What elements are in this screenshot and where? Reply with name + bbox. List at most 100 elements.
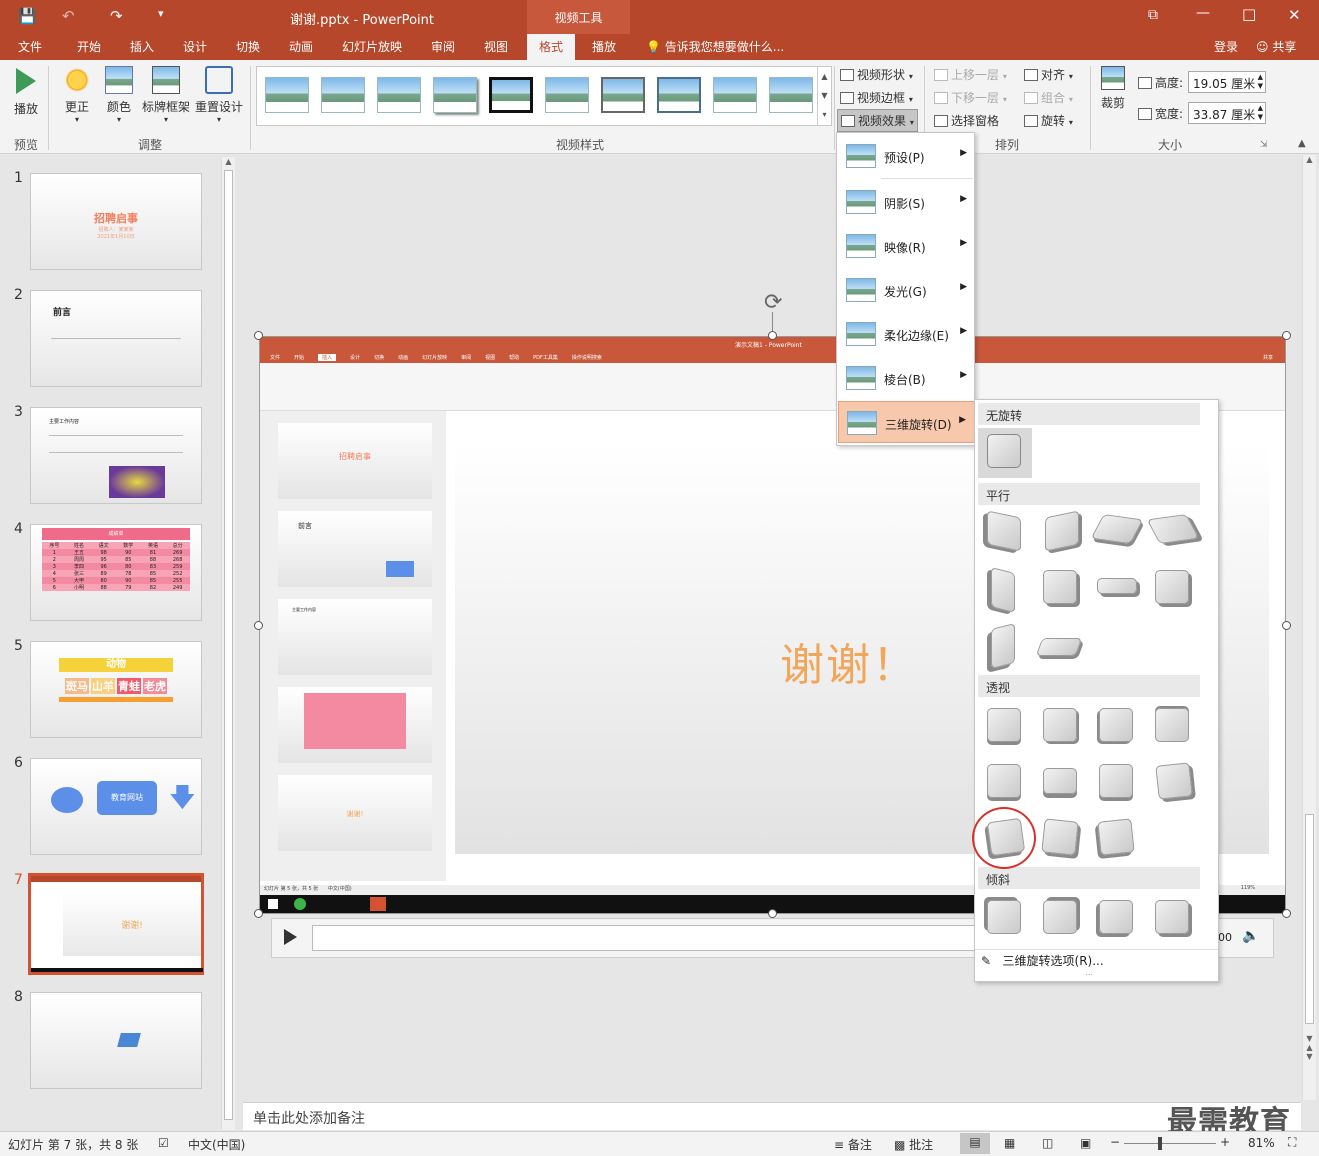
perspective-preset-4[interactable] xyxy=(1155,708,1189,742)
video-shape-button[interactable]: 视频形状 ▾ xyxy=(840,66,913,83)
thumbnail-scrollbar[interactable]: ▲ xyxy=(221,157,235,1130)
parallel-preset-5[interactable] xyxy=(991,567,1015,613)
menu-item-shadow[interactable]: 阴影(S) ▶ xyxy=(838,181,975,223)
height-spinner[interactable]: ▲ ▼ xyxy=(1258,73,1263,91)
menu-item-reflection[interactable]: 映像(R) ▶ xyxy=(838,225,975,267)
zoom-slider-thumb[interactable] xyxy=(1158,1137,1162,1150)
group-button[interactable]: 组合 ▾ xyxy=(1024,89,1073,106)
menu-item-preset[interactable]: 预设(P) ▶ xyxy=(838,135,975,177)
resize-handle-sw[interactable] xyxy=(254,909,263,918)
perspective-preset-1[interactable] xyxy=(987,708,1021,742)
collapse-ribbon-icon[interactable]: ▲ xyxy=(1298,138,1306,149)
scroll-thumb[interactable] xyxy=(1305,814,1314,1024)
slide-thumbnail-7[interactable]: 谢谢! xyxy=(28,873,204,975)
slide-thumbnail-6[interactable]: 教育网站 🡇 xyxy=(30,758,202,855)
slide-thumbnail-8[interactable] xyxy=(30,992,202,1089)
login-link[interactable]: 登录 xyxy=(1214,38,1238,55)
parallel-preset-8[interactable] xyxy=(1155,570,1189,604)
share-button[interactable]: ☺ 共享 xyxy=(1256,38,1296,55)
video-effects-button[interactable]: 视频效果 ▾ xyxy=(837,109,918,132)
video-style-9[interactable] xyxy=(713,77,757,113)
play-button[interactable]: 播放 xyxy=(10,66,42,117)
resize-handle-s[interactable] xyxy=(768,909,777,918)
perspective-preset-10[interactable] xyxy=(1041,818,1079,856)
parallel-preset-3[interactable] xyxy=(1090,514,1144,544)
fit-to-window-icon[interactable]: ⛶ xyxy=(1288,1135,1296,1150)
crop-button[interactable]: 裁剪 xyxy=(1096,66,1130,111)
perspective-preset-3[interactable] xyxy=(1099,708,1133,742)
correct-button[interactable]: 更正 ▾ xyxy=(60,66,94,124)
canvas-scrollbar[interactable]: ▲ ▼ ▲ ▼ xyxy=(1302,155,1316,1100)
tab-transitions[interactable]: 切换 xyxy=(236,38,260,55)
3d-rotation-options-link[interactable]: ✎ 三维旋转选项(R)... xyxy=(981,952,1104,969)
slide-thumbnail-4[interactable]: 成绩单 序号 姓名 语文 数学 英语 总分 1 王五 98 90 81 269 2 周周 95 85 88 2… xyxy=(30,524,202,621)
tab-insert[interactable]: 插入 xyxy=(130,38,154,55)
parallel-preset-2[interactable] xyxy=(1045,510,1079,552)
zoom-slider[interactable] xyxy=(1124,1143,1216,1144)
video-style-4[interactable] xyxy=(433,77,477,113)
oblique-preset-4[interactable] xyxy=(1155,900,1189,934)
rotate-handle-icon[interactable]: ⟳ xyxy=(764,290,782,315)
language-indicator[interactable]: 中文(中国) xyxy=(188,1136,245,1153)
video-border-button[interactable]: 视频边框 ▾ xyxy=(840,89,913,106)
volume-icon[interactable]: 🔈 xyxy=(1242,928,1259,944)
tab-format[interactable]: 格式 xyxy=(527,34,576,60)
resize-handle-se[interactable] xyxy=(1282,909,1291,918)
scroll-up-icon[interactable]: ▲ xyxy=(1303,155,1316,164)
zoom-out-button[interactable]: − xyxy=(1110,1135,1120,1149)
bring-forward-button[interactable]: 上移一层 ▾ xyxy=(934,66,1007,83)
slide-thumbnail-3[interactable]: 主要工作内容 xyxy=(30,407,202,504)
parallel-preset-10[interactable] xyxy=(1035,638,1083,656)
slide-thumbnail-2[interactable]: 前言 xyxy=(30,290,202,387)
selection-pane-button[interactable]: 选择窗格 xyxy=(934,112,999,129)
slide-thumbnail-1[interactable]: 招聘启事 招聘人：某某某 2021年1月10日 xyxy=(30,173,202,270)
next-slide-icon[interactable]: ▼ xyxy=(1303,1052,1316,1061)
menu-item-soft-edges[interactable]: 柔化边缘(E) ▶ xyxy=(838,313,975,355)
color-button[interactable]: 颜色 ▾ xyxy=(102,66,136,124)
perspective-preset-2[interactable] xyxy=(1043,708,1077,742)
resize-handle-nw[interactable] xyxy=(254,331,263,340)
close-button[interactable]: ✕ xyxy=(1288,6,1301,24)
tab-file[interactable]: 文件 xyxy=(18,38,42,55)
media-play-icon[interactable] xyxy=(284,929,297,945)
comments-button[interactable]: ▩ 批注 xyxy=(894,1136,933,1153)
perspective-preset-8[interactable] xyxy=(1155,762,1193,800)
normal-view-icon[interactable]: ▤ xyxy=(960,1133,990,1154)
tab-design[interactable]: 设计 xyxy=(183,38,207,55)
scroll-thumb[interactable] xyxy=(224,170,233,1120)
notes-pane[interactable]: 单击此处添加备注 xyxy=(243,1102,1301,1130)
no-rotation-option[interactable] xyxy=(978,428,1032,478)
gallery-scroll[interactable]: ▲ ▼ ▾ xyxy=(817,67,831,125)
minimize-button[interactable]: — xyxy=(1196,5,1210,21)
perspective-preset-6[interactable] xyxy=(1043,768,1077,794)
poster-frame-button[interactable]: 标牌框架 ▾ xyxy=(140,66,192,124)
video-style-8[interactable] xyxy=(657,77,701,113)
parallel-preset-9[interactable] xyxy=(991,623,1015,669)
tab-review[interactable]: 审阅 xyxy=(431,38,455,55)
ribbon-display-icon[interactable]: ⧉ xyxy=(1148,7,1158,23)
spellcheck-icon[interactable]: ☑ xyxy=(158,1136,169,1150)
prev-slide-icon[interactable]: ▲ xyxy=(1303,1043,1316,1052)
resize-handle-ne[interactable] xyxy=(1282,331,1291,340)
video-style-1[interactable] xyxy=(265,77,309,113)
parallel-preset-4[interactable] xyxy=(1146,514,1200,544)
reset-design-button[interactable]: 重置设计 ▾ xyxy=(194,66,244,124)
video-style-3[interactable] xyxy=(377,77,421,113)
size-dialog-launcher[interactable]: ⇲ xyxy=(1260,140,1268,150)
rotate-button[interactable]: 旋转 ▾ xyxy=(1024,112,1073,129)
slide-thumbnail-5[interactable]: 动物 斑马 山羊 青蛙 老虎 xyxy=(30,641,202,738)
video-style-10[interactable] xyxy=(769,77,813,113)
resize-handle-e[interactable] xyxy=(1282,621,1291,630)
tab-slideshow[interactable]: 幻灯片放映 xyxy=(342,38,402,55)
parallel-preset-7[interactable] xyxy=(1097,578,1137,594)
notes-button[interactable]: ≡ 备注 xyxy=(834,1136,872,1153)
maximize-button[interactable]: □ xyxy=(1242,5,1256,23)
zoom-in-button[interactable]: + xyxy=(1220,1135,1230,1149)
customize-icon[interactable]: ▾ xyxy=(158,7,164,20)
oblique-preset-1[interactable] xyxy=(987,900,1021,934)
scroll-up-icon[interactable]: ▲ xyxy=(222,157,235,166)
resize-grip-icon[interactable]: ⋯ xyxy=(1085,970,1093,979)
oblique-preset-2[interactable] xyxy=(1043,900,1077,934)
video-style-7[interactable] xyxy=(601,77,645,113)
menu-item-glow[interactable]: 发光(G) ▶ xyxy=(838,269,975,311)
